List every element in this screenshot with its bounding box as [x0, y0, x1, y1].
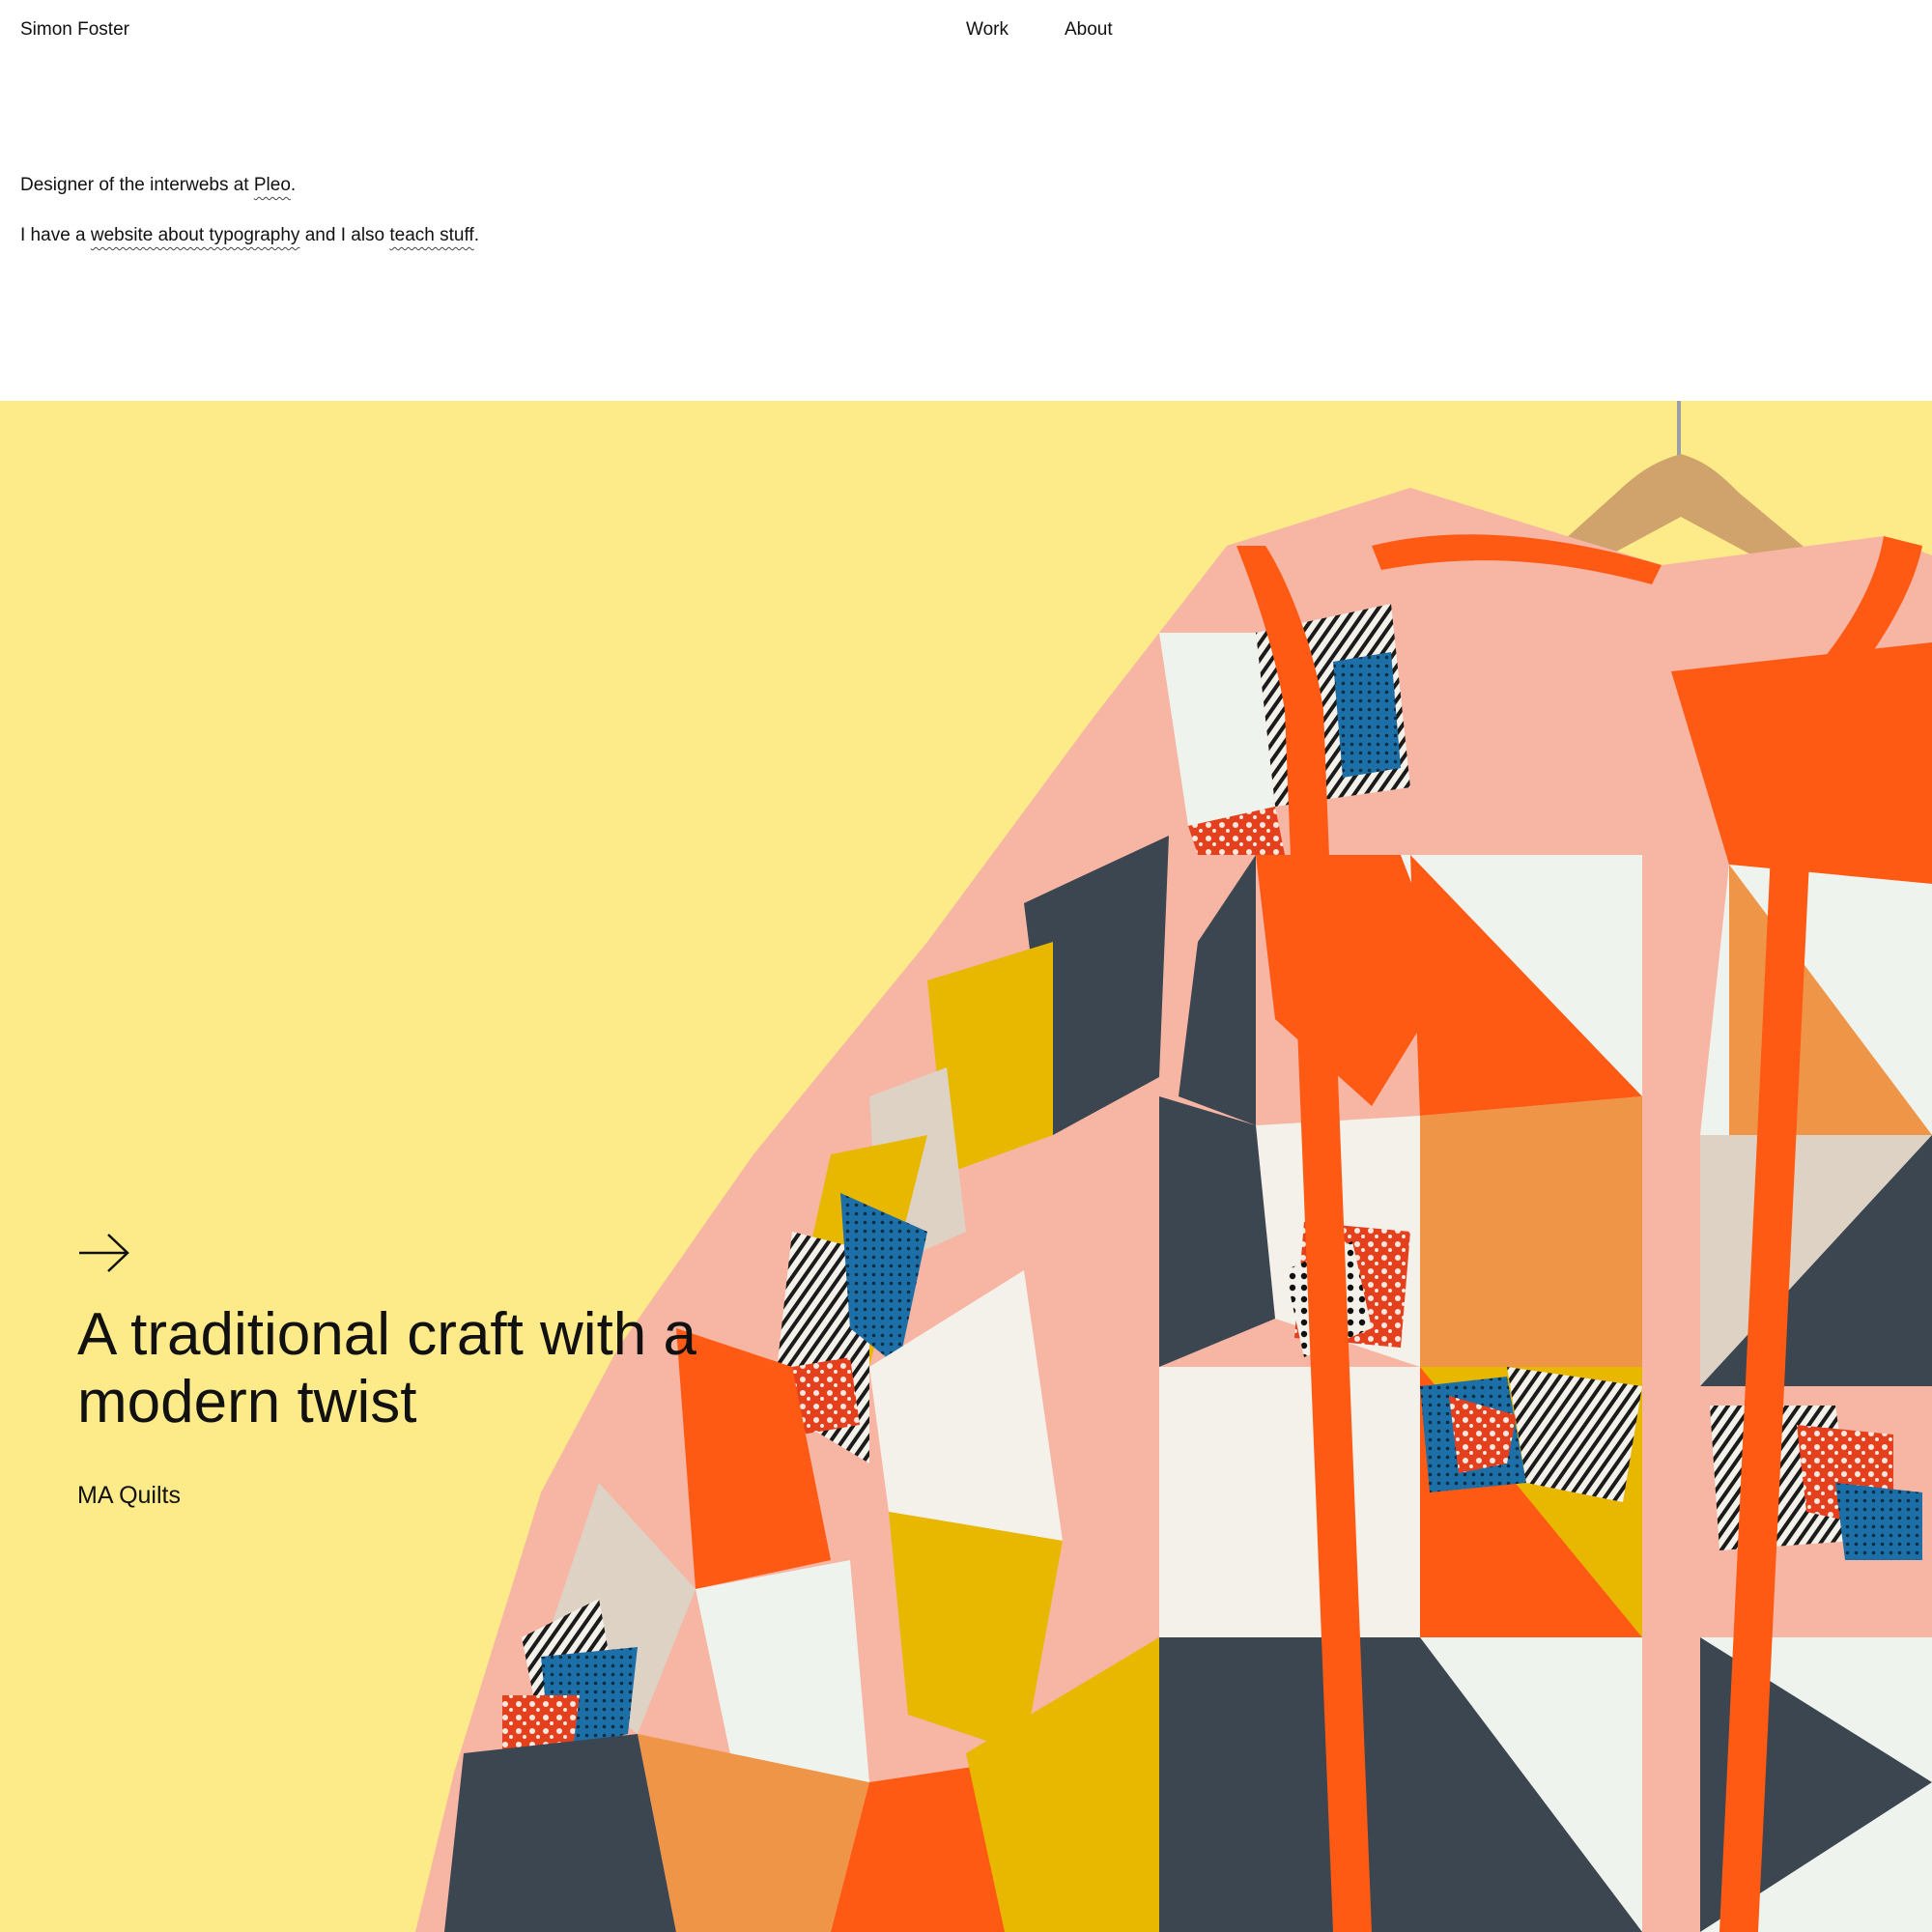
nav-item-about[interactable]: About — [1065, 18, 1113, 42]
pleo-link[interactable]: Pleo — [254, 175, 291, 195]
intro-text: Designer of the interwebs at — [20, 175, 254, 195]
teach-stuff-link[interactable]: teach stuff — [389, 225, 473, 245]
nav-item-work[interactable]: Work — [966, 18, 1009, 42]
typography-website-link[interactable]: website about typography — [91, 225, 300, 245]
arrow-right-icon — [79, 1234, 129, 1272]
quilted-jacket-image — [415, 401, 1932, 1932]
hero-title: A traditional craft with a modern twist — [77, 1301, 696, 1435]
hero-copy: A traditional craft with a modern twist … — [77, 1232, 811, 1510]
intro-text: I have a — [20, 225, 91, 245]
intro-text: . — [290, 175, 297, 195]
intro-text: . — [473, 225, 479, 245]
hero-subtitle: MA Quilts — [77, 1482, 181, 1509]
intro-text: and I also — [299, 225, 390, 245]
intro: Designer of the interwebs at Pleo. I hav… — [20, 174, 479, 274]
intro-line-1: Designer of the interwebs at Pleo. — [20, 174, 479, 197]
site-name-link[interactable]: Simon Foster — [20, 18, 129, 42]
intro-line-2: I have a website about typography and I … — [20, 224, 479, 247]
page: Simon Foster Work About Designer of the … — [0, 0, 1932, 1932]
main-nav: Work About — [966, 18, 1113, 42]
project-card-ma-quilts[interactable]: A traditional craft with a modern twist … — [0, 401, 1932, 1932]
